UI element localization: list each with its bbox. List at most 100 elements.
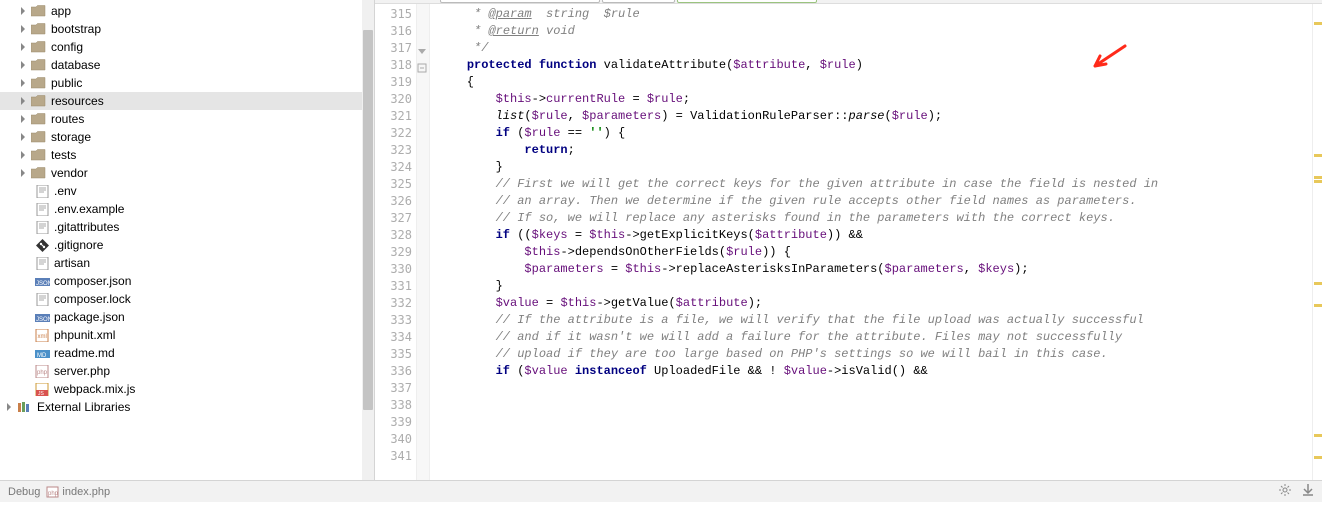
external-libraries[interactable]: External Libraries	[0, 398, 374, 416]
tree-item-label: server.php	[54, 364, 110, 378]
text-icon	[34, 220, 50, 234]
marker-bar[interactable]	[1312, 4, 1322, 480]
tree-item-label: composer.json	[54, 274, 131, 288]
tree-item-label: storage	[51, 130, 91, 144]
external-libraries-label: External Libraries	[37, 400, 130, 414]
chevron-right-icon	[18, 78, 28, 88]
fold-collapse-icon[interactable]	[417, 44, 427, 54]
text-icon	[34, 292, 50, 306]
tree-item-phpunit-xml[interactable]: xmlphpunit.xml	[0, 326, 374, 344]
code-editor: \Illuminate\Validation Validator validat…	[375, 0, 1322, 480]
tree-item-server-php[interactable]: php server.php	[0, 362, 374, 380]
folder-icon	[31, 4, 47, 18]
fold-strip[interactable]	[416, 4, 430, 480]
svg-text:MD: MD	[37, 353, 47, 359]
library-icon	[17, 400, 33, 414]
svg-text:JS: JS	[38, 391, 45, 396]
tree-item-composer-lock[interactable]: composer.lock	[0, 290, 374, 308]
chevron-right-icon	[18, 132, 28, 142]
fold-minus-icon[interactable]	[417, 61, 427, 71]
tree-item-package-json[interactable]: JSON package.json	[0, 308, 374, 326]
folder-icon	[31, 112, 47, 126]
chevron-right-icon	[18, 168, 28, 178]
chevron-right-icon	[4, 402, 14, 412]
tree-item-label: resources	[51, 94, 104, 108]
status-bar: Debug php index.php	[0, 480, 1322, 502]
tree-item-database[interactable]: database	[0, 56, 374, 74]
tree-item-label: .env.example	[54, 202, 124, 216]
tree-item--gitattributes[interactable]: .gitattributes	[0, 218, 374, 236]
tree-item-public[interactable]: public	[0, 74, 374, 92]
text-icon	[34, 256, 50, 270]
tree-item-label: vendor	[51, 166, 88, 180]
download-icon[interactable]	[1302, 483, 1314, 500]
sidebar-scrollbar[interactable]	[362, 0, 374, 480]
js-icon: JS	[34, 382, 50, 396]
tree-item-label: webpack.mix.js	[54, 382, 135, 396]
tree-item-label: config	[51, 40, 83, 54]
tree-item-tests[interactable]: tests	[0, 146, 374, 164]
tree-item-artisan[interactable]: artisan	[0, 254, 374, 272]
folder-icon	[31, 166, 47, 180]
chevron-right-icon	[18, 114, 28, 124]
tree-item-storage[interactable]: storage	[0, 128, 374, 146]
status-file[interactable]: index.php	[62, 486, 110, 498]
folder-icon	[31, 94, 47, 108]
tree-item-label: artisan	[54, 256, 90, 270]
tree-item--env-example[interactable]: .env.example	[0, 200, 374, 218]
tree-item-label: package.json	[54, 310, 125, 324]
chevron-right-icon	[18, 24, 28, 34]
json-icon: JSON	[34, 310, 50, 324]
svg-text:JSON: JSON	[36, 281, 50, 287]
php-icon: php	[34, 364, 50, 378]
tree-item-label: database	[51, 58, 100, 72]
code-content[interactable]: * @param string $rule * @return void */ …	[430, 4, 1322, 480]
folder-icon	[31, 76, 47, 90]
tree-item-label: public	[51, 76, 82, 90]
project-tree-sidebar[interactable]: app bootstrap config database public resource…	[0, 0, 375, 480]
tree-item-label: .gitignore	[54, 238, 103, 252]
chevron-right-icon	[18, 60, 28, 70]
tree-item-config[interactable]: config	[0, 38, 374, 56]
tree-item-label: routes	[51, 112, 84, 126]
chevron-right-icon	[18, 150, 28, 160]
chevron-right-icon	[18, 6, 28, 16]
svg-text:php: php	[48, 491, 59, 497]
tree-item-vendor[interactable]: vendor	[0, 164, 374, 182]
chevron-right-icon	[18, 96, 28, 106]
tree-item-bootstrap[interactable]: bootstrap	[0, 20, 374, 38]
folder-icon	[31, 40, 47, 54]
svg-text:xml: xml	[38, 334, 47, 340]
breadcrumb-method[interactable]: validateAttribute()	[677, 0, 817, 3]
tree-item-composer-json[interactable]: JSON composer.json	[0, 272, 374, 290]
breadcrumb-class[interactable]: Validator	[602, 0, 676, 3]
tree-item-label: .gitattributes	[54, 220, 119, 234]
text-icon	[34, 202, 50, 216]
tree-item-label: .env	[54, 184, 77, 198]
tree-item-resources[interactable]: resources	[0, 92, 374, 110]
tree-item-webpack-mix-js[interactable]: JS webpack.mix.js	[0, 380, 374, 398]
text-icon	[34, 184, 50, 198]
tree-item-label: readme.md	[54, 346, 115, 360]
folder-icon	[31, 22, 47, 36]
tree-item-readme-md[interactable]: MD readme.md	[0, 344, 374, 362]
svg-text:php: php	[37, 370, 48, 376]
breadcrumb-namespace[interactable]: \Illuminate\Validation	[440, 0, 600, 3]
tree-item-app[interactable]: app	[0, 2, 374, 20]
folder-icon	[31, 130, 47, 144]
tree-item-label: bootstrap	[51, 22, 101, 36]
tree-item--env[interactable]: .env	[0, 182, 374, 200]
md-icon: MD	[34, 346, 50, 360]
folder-icon	[31, 58, 47, 72]
status-debug[interactable]: Debug	[8, 486, 40, 498]
tree-item-label: tests	[51, 148, 76, 162]
tree-item--gitignore[interactable]: .gitignore	[0, 236, 374, 254]
svg-text:JSON: JSON	[36, 317, 50, 323]
gear-icon[interactable]	[1278, 483, 1292, 500]
line-number-gutter[interactable]: 3153163173183193203213223233243253263273…	[375, 4, 430, 480]
chevron-right-icon	[18, 42, 28, 52]
tree-item-routes[interactable]: routes	[0, 110, 374, 128]
tree-item-label: app	[51, 4, 71, 18]
tree-item-label: composer.lock	[54, 292, 131, 306]
git-icon	[34, 238, 50, 252]
